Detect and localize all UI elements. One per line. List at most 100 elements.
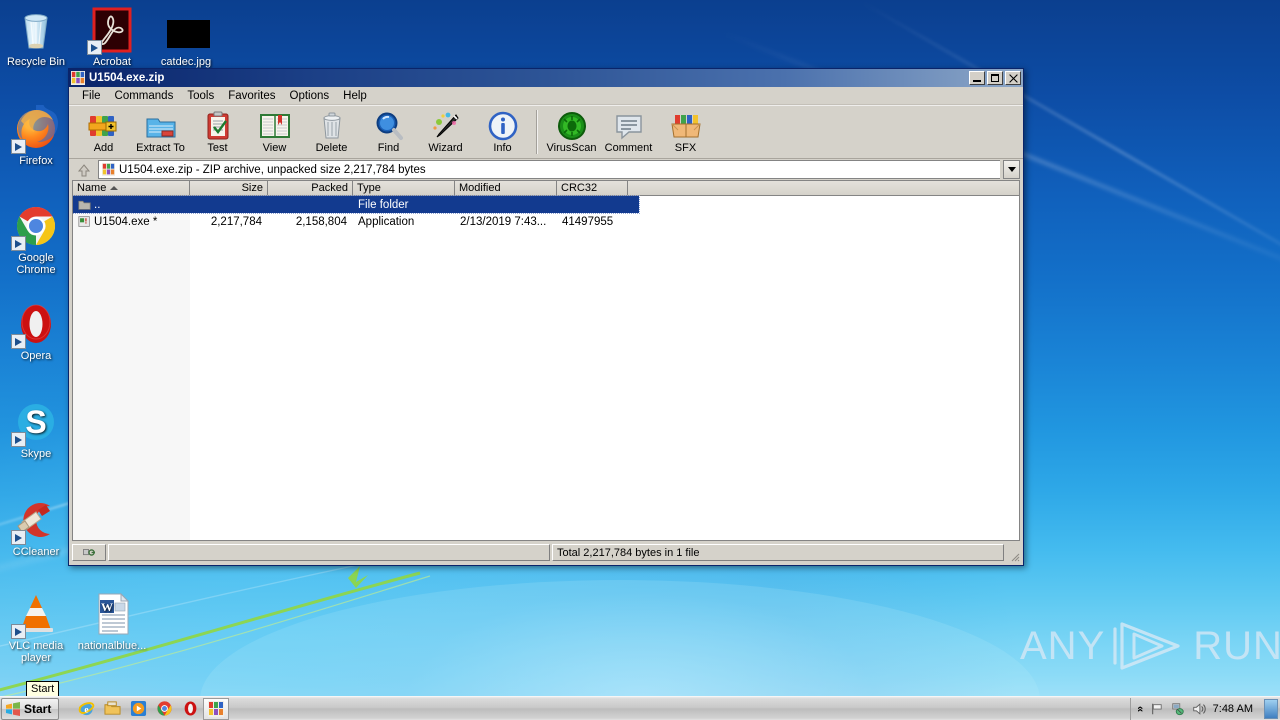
clock[interactable]: 7:48 AM bbox=[1213, 703, 1253, 715]
window-titlebar[interactable]: U1504.exe.zip bbox=[69, 69, 1023, 87]
row-size-cell: 2,217,784 bbox=[210, 215, 262, 228]
word-document-icon: W bbox=[88, 590, 136, 638]
desktop-icon-google-chrome[interactable]: Google Chrome bbox=[0, 202, 72, 276]
menu-item-file[interactable]: File bbox=[75, 89, 108, 103]
row-name-text: .. bbox=[94, 198, 101, 211]
column-header-packed[interactable]: Packed bbox=[268, 181, 353, 196]
desktop-icon-recycle-bin[interactable]: Recycle Bin bbox=[0, 6, 72, 68]
toolbar-button-info[interactable]: Info bbox=[474, 107, 531, 157]
sfx-box-icon bbox=[670, 115, 701, 138]
winrar-taskbar-icon bbox=[208, 700, 225, 717]
taskbar[interactable]: Start e « 7:48 AM bbox=[0, 696, 1280, 720]
watermark-left: ANY bbox=[1020, 623, 1106, 668]
network-icon[interactable] bbox=[1171, 702, 1185, 716]
column-header-modified[interactable]: Modified bbox=[455, 181, 557, 196]
svg-text:W: W bbox=[101, 600, 113, 614]
toolbar-button-wizard[interactable]: Wizard bbox=[417, 107, 474, 157]
close-button[interactable] bbox=[1005, 71, 1021, 85]
row-name-cell: U1504.exe * bbox=[73, 213, 190, 230]
menu-item-help[interactable]: Help bbox=[336, 89, 374, 103]
ccleaner-icon bbox=[11, 496, 60, 545]
address-dropdown-button[interactable] bbox=[1003, 160, 1020, 179]
toolbar-button-sfx[interactable]: SFX bbox=[657, 107, 714, 157]
recycle-bin-icon bbox=[12, 6, 60, 54]
virusscan-shield-icon bbox=[557, 112, 586, 140]
parent-folder-icon bbox=[78, 200, 91, 210]
taskbar-windows-media-player[interactable] bbox=[125, 698, 151, 720]
column-header-type[interactable]: Type bbox=[353, 181, 455, 196]
resize-grip-icon[interactable] bbox=[1008, 550, 1020, 562]
toolbar[interactable]: Add Extract To Test View Delete Find Wiz… bbox=[69, 105, 1023, 159]
action-center-flag-icon[interactable] bbox=[1150, 702, 1164, 716]
toolbar-label: Test bbox=[207, 142, 228, 154]
desktop-icon-opera[interactable]: Opera bbox=[0, 300, 72, 362]
row-name-cell: .. bbox=[73, 196, 190, 213]
column-header-crc32[interactable]: CRC32 bbox=[557, 181, 628, 196]
maximize-button[interactable] bbox=[987, 71, 1003, 85]
toolbar-label: Wizard bbox=[428, 142, 463, 154]
menu-item-options[interactable]: Options bbox=[283, 89, 337, 103]
toolbar-button-virusscan[interactable]: VirusScan bbox=[543, 107, 600, 157]
column-header-label: Name bbox=[77, 182, 107, 194]
desktop-icon-firefox[interactable]: Firefox bbox=[0, 98, 72, 167]
info-circle-icon bbox=[488, 111, 517, 141]
desktop-icon-ccleaner[interactable]: CCleaner bbox=[0, 496, 72, 558]
shortcut-overlay-icon bbox=[11, 139, 26, 154]
column-header-label: Size bbox=[241, 182, 263, 194]
test-clipboard-icon bbox=[207, 111, 228, 140]
toolbar-button-comment[interactable]: Comment bbox=[600, 107, 657, 157]
desktop-icon-catdec-jpg[interactable]: catdec.jpg bbox=[150, 6, 222, 68]
menu-item-tools[interactable]: Tools bbox=[180, 89, 221, 103]
show-desktop-button[interactable] bbox=[1264, 698, 1278, 719]
column-header-name[interactable]: Name bbox=[73, 181, 190, 196]
desktop-icon-vlc-media-player[interactable]: VLC media player bbox=[0, 590, 72, 664]
taskbar-internet-explorer[interactable]: e bbox=[73, 698, 99, 720]
taskbar-windows-explorer[interactable] bbox=[99, 698, 125, 720]
desktop-icon-label: Skype bbox=[20, 448, 52, 460]
menu-item-commands[interactable]: Commands bbox=[108, 89, 181, 103]
shortcut-overlay-icon bbox=[11, 530, 26, 545]
status-message bbox=[108, 544, 550, 561]
file-rows[interactable]: .. File folder U1504.exe * 2,217,784 2,1… bbox=[73, 195, 1019, 540]
file-list[interactable]: Name Size Packed Type Modified CRC32 .. … bbox=[72, 180, 1020, 541]
address-bar[interactable]: U1504.exe.zip - ZIP archive, unpacked si… bbox=[69, 159, 1023, 180]
toolbar-label: Delete bbox=[315, 142, 348, 154]
toolbar-button-delete[interactable]: Delete bbox=[303, 107, 360, 157]
row-name-text: U1504.exe * bbox=[94, 215, 158, 228]
up-one-level-button[interactable] bbox=[72, 160, 95, 179]
delete-trash-icon bbox=[322, 112, 341, 139]
toolbar-button-test[interactable]: Test bbox=[189, 107, 246, 157]
system-tray[interactable]: « 7:48 AM bbox=[1129, 697, 1280, 720]
toolbar-button-extract-to[interactable]: Extract To bbox=[132, 107, 189, 157]
toolbar-separator bbox=[536, 110, 538, 154]
toolbar-button-view[interactable]: View bbox=[246, 107, 303, 157]
desktop-icon-skype[interactable]: S Skype bbox=[0, 398, 72, 460]
desktop-icon-acrobat[interactable]: Acrobat bbox=[76, 6, 148, 68]
toolbar-label: SFX bbox=[674, 142, 697, 154]
desktop-icon-nationalblue-doc[interactable]: W nationalblue... bbox=[76, 590, 148, 652]
minimize-button[interactable] bbox=[969, 71, 985, 85]
column-header-filler bbox=[628, 181, 1019, 196]
table-row[interactable]: U1504.exe * 2,217,784 2,158,804 Applicat… bbox=[73, 213, 1019, 230]
taskbar-winrar-window[interactable] bbox=[203, 697, 230, 720]
column-header-size[interactable]: Size bbox=[190, 181, 268, 196]
status-bar: Total 2,217,784 bytes in 1 file bbox=[72, 543, 1020, 562]
toolbar-label: Comment bbox=[604, 142, 653, 154]
table-row[interactable]: .. File folder bbox=[73, 195, 640, 214]
desktop-icon-label: Acrobat bbox=[93, 56, 131, 68]
toolbar-label: Info bbox=[493, 142, 512, 154]
column-header-label: Modified bbox=[459, 182, 501, 194]
menu-bar[interactable]: File Commands Tools Favorites Options He… bbox=[69, 87, 1023, 105]
winrar-window[interactable]: U1504.exe.zip File Commands Tools Favori… bbox=[68, 68, 1024, 566]
toolbar-button-find[interactable]: Find bbox=[360, 107, 417, 157]
column-headers[interactable]: Name Size Packed Type Modified CRC32 bbox=[73, 181, 1019, 196]
tray-expand-chevron-icon[interactable]: « bbox=[1134, 705, 1146, 711]
row-crc32-cell bbox=[557, 196, 628, 213]
volume-speaker-icon[interactable] bbox=[1192, 702, 1206, 716]
taskbar-google-chrome[interactable] bbox=[151, 698, 177, 720]
toolbar-button-add[interactable]: Add bbox=[75, 107, 132, 157]
menu-item-favorites[interactable]: Favorites bbox=[221, 89, 282, 103]
start-button[interactable]: Start bbox=[1, 697, 60, 720]
taskbar-opera[interactable] bbox=[177, 698, 203, 720]
archive-path-combobox[interactable]: U1504.exe.zip - ZIP archive, unpacked si… bbox=[98, 160, 1000, 179]
